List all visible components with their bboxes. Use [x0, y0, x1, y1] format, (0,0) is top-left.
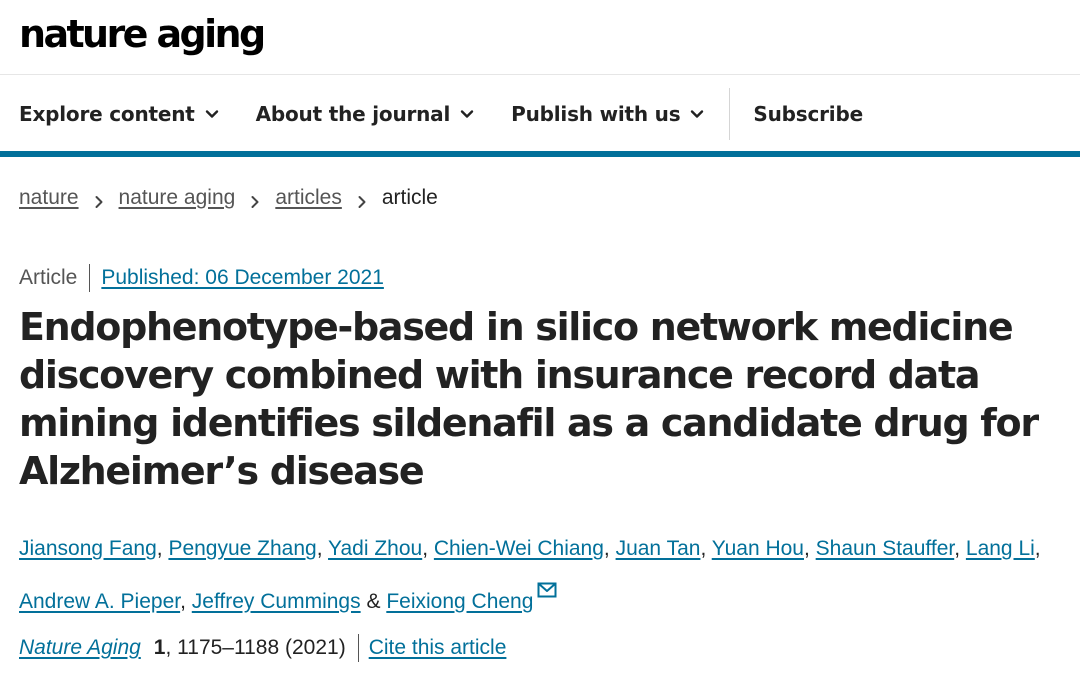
author-separator: , — [603, 537, 616, 560]
chevron-right-icon — [356, 191, 368, 208]
author-separator: , — [180, 590, 192, 613]
author-link[interactable]: Lang Li — [966, 537, 1035, 560]
author-separator: , — [803, 537, 816, 560]
chevron-right-icon — [249, 191, 261, 208]
site-logo[interactable]: nature aging — [19, 8, 266, 60]
nav-publish-with-us[interactable]: Publish with us — [511, 76, 705, 152]
author-link[interactable]: Yuan Hou — [712, 537, 804, 560]
meta-divider — [89, 264, 91, 292]
nav-item-label: Explore content — [19, 102, 195, 126]
article-title: Endophenotype-based in silico network me… — [19, 305, 1039, 493]
author-separator: , — [422, 537, 434, 560]
citation-divider — [357, 634, 359, 662]
nav-subscribe[interactable]: Subscribe — [753, 76, 863, 152]
nav-accent-bar — [0, 151, 1080, 157]
author-link[interactable]: Jeffrey Cummings — [192, 590, 361, 613]
nav-item-label: Publish with us — [511, 102, 681, 126]
author-separator: & — [360, 590, 387, 613]
author-link[interactable]: Pengyue Zhang — [168, 537, 316, 560]
author-list: Jiansong Fang, Pengyue Zhang, Yadi Zhou,… — [19, 527, 1059, 623]
author-separator: , — [1034, 537, 1041, 560]
nav-about-the-journal[interactable]: About the journal — [256, 76, 476, 152]
subscribe-label: Subscribe — [753, 102, 863, 126]
breadcrumb: nature nature aging articles article — [19, 186, 438, 210]
main-nav: Explore content About the journal Publis… — [0, 76, 1080, 152]
pages-year: , 1175–1188 (2021) — [165, 636, 346, 659]
author-link[interactable]: Chien-Wei Chiang — [434, 537, 604, 560]
breadcrumb-link-articles[interactable]: articles — [275, 186, 342, 210]
published-date-link[interactable]: Published: 06 December 2021 — [101, 266, 384, 290]
breadcrumb-current: article — [381, 186, 438, 209]
author-separator: , — [156, 537, 169, 560]
nav-explore-content[interactable]: Explore content — [19, 76, 220, 152]
journal-link[interactable]: Nature Aging — [19, 636, 141, 660]
article-type: Article — [19, 266, 78, 289]
chevron-down-icon — [689, 106, 705, 122]
breadcrumb-link-nature-aging[interactable]: nature aging — [119, 186, 236, 210]
volume-number: 1 — [153, 636, 166, 659]
author-link[interactable]: Yadi Zhou — [328, 537, 422, 560]
chevron-down-icon — [204, 106, 220, 122]
nav-divider — [729, 88, 731, 140]
breadcrumb-link-nature[interactable]: nature — [19, 186, 79, 210]
author-link[interactable]: Andrew A. Pieper — [19, 590, 180, 613]
author-separator: , — [954, 537, 966, 560]
nav-item-label: About the journal — [255, 102, 451, 126]
citation-line: Nature Aging 1 , 1175–1188 (2021) Cite t… — [19, 634, 506, 662]
author-separator: , — [316, 537, 329, 560]
author-link[interactable]: Shaun Stauffer — [816, 537, 955, 560]
author-link[interactable]: Jiansong Fang — [19, 537, 157, 560]
masthead: nature aging — [0, 0, 1080, 75]
article-meta: Article Published: 06 December 2021 — [19, 264, 384, 292]
chevron-down-icon — [459, 106, 475, 122]
chevron-right-icon — [93, 191, 105, 208]
author-link[interactable]: Juan Tan — [616, 537, 701, 560]
mail-icon[interactable] — [537, 570, 557, 598]
author-separator: , — [700, 537, 712, 560]
cite-this-article-link[interactable]: Cite this article — [369, 636, 507, 660]
author-link[interactable]: Feixiong Cheng — [386, 590, 533, 613]
